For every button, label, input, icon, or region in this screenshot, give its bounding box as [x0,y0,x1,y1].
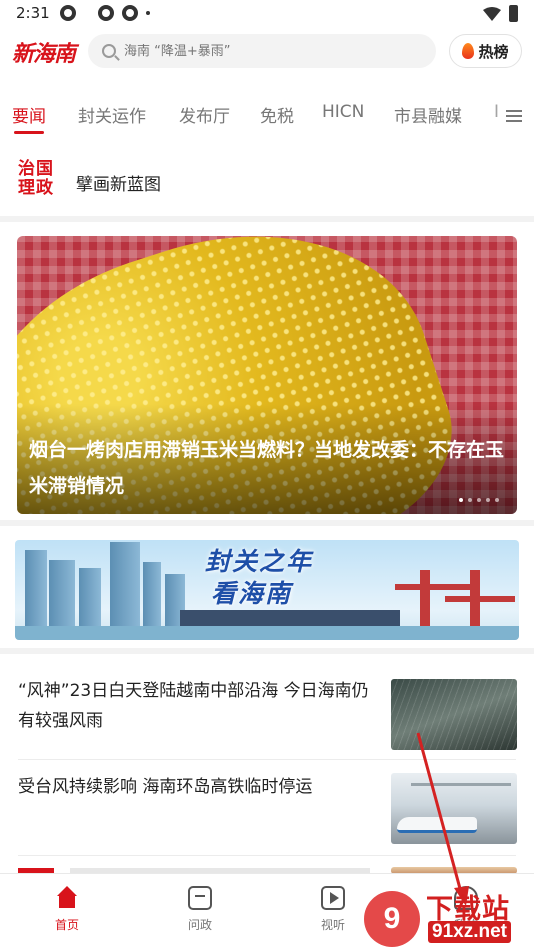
banner-crane [420,570,430,630]
thumb-station-roof [411,783,511,805]
tab-customs-closure[interactable]: 封关运作 [78,102,146,127]
app-header: 新海南 热榜 [0,30,534,74]
banner-slogan: 封关之年 看海南 [205,546,313,610]
home-icon [55,886,79,910]
carousel-dot [468,498,472,502]
banner-building [143,562,161,630]
battery-icon [509,5,518,22]
wifi-icon [483,6,501,21]
banner-slogan-line2: 看海南 [211,579,293,608]
tab-duty-free[interactable]: 免税 [260,102,294,127]
flame-icon [462,43,475,59]
banner-crane-arm [395,584,475,590]
search-bar[interactable] [88,34,436,68]
notification-icons [60,5,150,21]
carousel-dot [459,498,463,502]
thumb-train [397,817,477,833]
carousel-indicator [459,498,499,502]
watermark-logo: 9 [364,891,420,947]
search-icon [102,44,116,58]
banner-building [25,550,47,630]
banner-building [79,568,101,630]
banner-building [110,542,140,630]
hot-list-button[interactable]: 热榜 [449,34,522,68]
status-time: 2:31 [16,4,50,22]
site-watermark: 9 下载站 91xz.net [360,885,534,950]
news-title: 受台风持续影响 海南环岛高铁临时停运 [18,777,313,797]
app-notification-icon [98,5,114,21]
column-title: 擘画新蓝图 [76,175,161,195]
inquiry-icon [188,886,212,910]
promo-banner[interactable]: 封关之年 看海南 [15,540,519,640]
video-icon [321,886,345,910]
nav-home[interactable]: 首页 [37,886,97,933]
section-divider [0,520,534,526]
section-divider [0,216,534,222]
news-item[interactable]: 受台风持续影响 海南环岛高铁临时停运 [0,762,534,854]
news-thumbnail [391,679,517,750]
nav-video[interactable]: 视听 [303,886,363,933]
news-title: “风神”23日白天登陆越南中部沿海 今日海南仍有较强风雨 [18,681,369,731]
banner-building [49,560,75,630]
hot-list-label: 热榜 [478,42,509,61]
system-icons [483,5,518,22]
column-badge: 治国理政 [18,159,54,198]
banner-crane-arm [445,596,515,602]
status-bar: 2:31 [0,0,534,30]
nav-video-label: 视听 [320,918,345,932]
search-input[interactable] [124,43,414,59]
nav-inquiry[interactable]: 问政 [170,886,230,933]
tab-press-hall[interactable]: 发布厅 [179,102,230,127]
tab-county-media[interactable]: 市县融媒 [394,102,462,127]
list-divider [18,855,516,856]
carousel-dot [486,498,490,502]
carousel-dot [495,498,499,502]
banner-slogan-line1: 封关之年 [205,547,314,576]
news-item[interactable]: “风神”23日白天登陆越南中部沿海 今日海南仍有较强风雨 [0,668,534,758]
channel-tabs: 要闻 封关运作 发布厅 免税 HICN 市县融媒 I [0,92,534,138]
news-thumbnail [391,773,517,844]
app-logo[interactable]: 新海南 [12,36,76,68]
active-tab-indicator [14,131,44,134]
app-notification-icon [122,5,138,21]
hero-title: 烟台一烤肉店用滞销玉米当燃料？当地发改委：不存在玉米滞销情况 [29,439,505,497]
nav-home-label: 首页 [54,918,79,932]
nav-inquiry-label: 问政 [187,918,212,932]
more-notifications-icon [146,11,150,15]
tab-headlines[interactable]: 要闻 [12,102,46,127]
featured-column[interactable]: 治国理政 擘画新蓝图 [0,148,534,218]
section-divider [0,648,534,654]
watermark-url: 91xz.net [428,921,511,943]
app-notification-icon [60,5,76,21]
banner-sea [15,626,519,640]
list-divider [18,759,516,760]
channel-menu-icon[interactable] [506,110,522,122]
tab-hicn[interactable]: HICN [322,102,364,122]
hero-carousel[interactable]: 烟台一烤肉店用滞销玉米当燃料？当地发改委：不存在玉米滞销情况 [17,236,517,514]
carousel-dot [477,498,481,502]
